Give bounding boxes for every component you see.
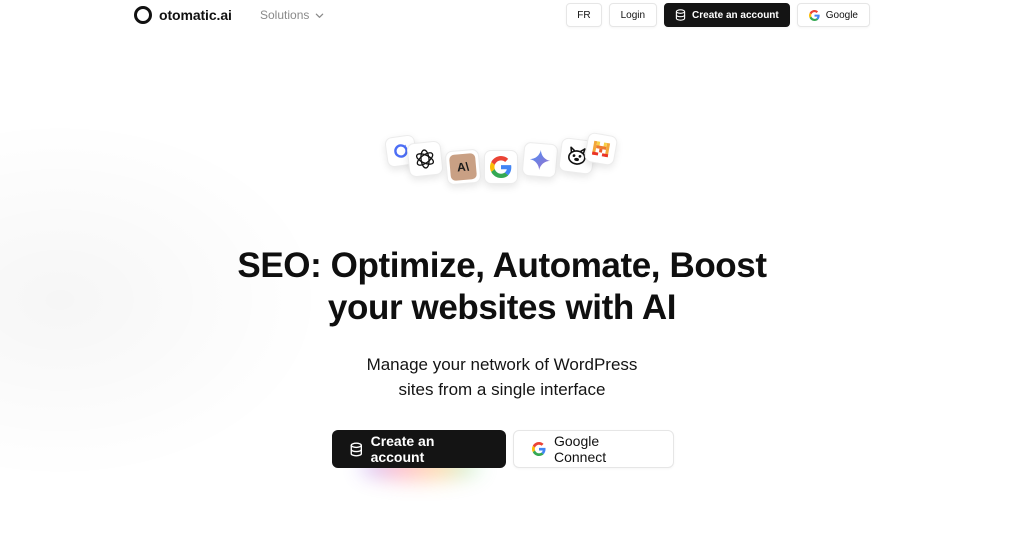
solutions-menu[interactable]: Solutions (260, 8, 324, 22)
google-icon (532, 442, 546, 456)
hero-title-line-2: your websites with AI (327, 288, 677, 327)
logo-tile-2 (406, 140, 444, 178)
language-label: FR (577, 9, 591, 21)
top-nav: otomatic.ai Solutions FR Login Create an… (0, 0, 1024, 30)
create-account-button[interactable]: Create an account (332, 430, 506, 468)
mistral-icon (591, 140, 611, 158)
hero-subtitle-line-2: sites from a single interface (398, 380, 606, 399)
database-icon (350, 442, 363, 456)
google-login-label: Google (825, 9, 858, 21)
logo-tile-3: A\ (444, 148, 482, 186)
gemini-icon (529, 149, 551, 171)
hero-subtitle: Manage your network of WordPress sites f… (250, 352, 754, 402)
google-connect-button[interactable]: Google Connect (513, 430, 674, 468)
brand-logo-link[interactable]: otomatic.ai (134, 5, 232, 25)
ai-logos-cluster: A\ (380, 130, 640, 200)
logo-tile-4 (484, 150, 518, 184)
logo-tile-7 (583, 131, 619, 167)
primary-cta-wrap: Create an account (332, 430, 506, 480)
hero-cta-row: Create an account Google Connect (332, 430, 674, 480)
hero-title-line-1: SEO: Optimize, Automate, Boost (237, 246, 767, 285)
nav-actions: FR Login Create an account Google (566, 3, 870, 27)
login-label: Login (620, 9, 646, 21)
solutions-label: Solutions (260, 8, 310, 22)
openai-icon (415, 149, 435, 169)
google-login-button[interactable]: Google (796, 3, 870, 27)
google-icon (490, 156, 512, 178)
database-icon (675, 9, 686, 21)
anthropic-icon: A\ (448, 152, 478, 182)
logo-tile-5 (521, 141, 559, 179)
brand-name: otomatic.ai (159, 7, 232, 23)
create-account-nav-label: Create an account (692, 9, 779, 21)
create-account-nav-button[interactable]: Create an account (664, 3, 790, 27)
hero-subtitle-line-1: Manage your network of WordPress (366, 355, 638, 374)
google-connect-label: Google Connect (553, 433, 607, 465)
chevron-down-icon (316, 13, 324, 18)
google-icon (808, 9, 820, 21)
create-account-label: Create an account (370, 433, 435, 465)
page: otomatic.ai Solutions FR Login Create an… (0, 0, 1024, 551)
brand-circle-icon (134, 6, 152, 24)
language-button[interactable]: FR (566, 3, 602, 27)
hero-title: SEO: Optimize, Automate, Boost your webs… (150, 245, 854, 329)
login-button[interactable]: Login (608, 3, 658, 27)
